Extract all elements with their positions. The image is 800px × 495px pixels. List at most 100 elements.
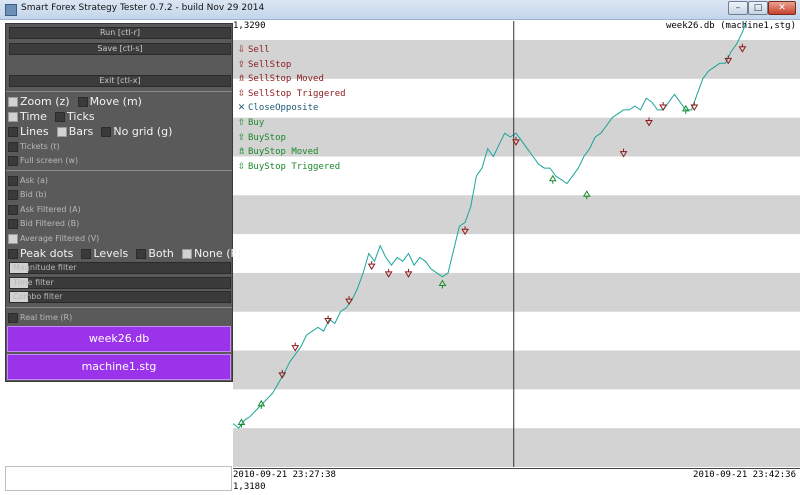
strategy-file-button[interactable]: machine1.stg bbox=[7, 354, 231, 380]
legend-sell-icon: ⇩ bbox=[237, 45, 246, 55]
divider bbox=[6, 91, 232, 92]
grid-band bbox=[233, 428, 800, 467]
legend-item: ⇳ SellStop Triggered bbox=[237, 87, 346, 102]
combo-filter-label: Combo filter bbox=[13, 292, 63, 301]
bid-row[interactable]: Bid (b) bbox=[8, 188, 47, 202]
levels-label: Levels bbox=[93, 247, 129, 260]
legend-buy-icon: ⇧ bbox=[237, 117, 246, 128]
no-grid-label: No grid (g) bbox=[113, 125, 173, 138]
combo-filter-slider[interactable]: Combo filter bbox=[9, 291, 231, 303]
maximize-button[interactable]: □ bbox=[748, 1, 768, 15]
bid-filtered-label: Bid Filtered (B) bbox=[20, 219, 80, 228]
legend-item: ⇪ BuyStop bbox=[237, 131, 346, 146]
time-filter-slider[interactable]: Time filter bbox=[9, 277, 231, 289]
y-max-label: 1,3290 bbox=[233, 21, 266, 31]
tickets-label: Tickets (t) bbox=[20, 142, 60, 151]
legend-buy-icon: ⇳ bbox=[237, 161, 246, 172]
fullscreen-row[interactable]: Full screen (w) bbox=[8, 154, 78, 168]
fullscreen-checkbox[interactable] bbox=[8, 156, 18, 166]
zoom-label: Zoom (z) bbox=[20, 95, 70, 108]
control-panel: Run [ctl-r] Save [ctl-s] Exit [ctl-x] Zo… bbox=[5, 23, 241, 382]
bid-checkbox[interactable] bbox=[8, 190, 18, 200]
bid-label: Bid (b) bbox=[20, 190, 47, 199]
sell-marker-arrow bbox=[291, 342, 300, 352]
ask-checkbox[interactable] bbox=[8, 176, 18, 186]
buy-marker-arrow bbox=[548, 174, 557, 184]
x-end-label: 2010-09-21 23:42:36 bbox=[693, 470, 796, 480]
lines-checkbox[interactable] bbox=[8, 127, 18, 137]
both-checkbox[interactable] bbox=[136, 249, 147, 259]
zoom-checkbox[interactable] bbox=[8, 97, 18, 107]
bid-filtered-row[interactable]: Bid Filtered (B) bbox=[8, 217, 79, 231]
close-button[interactable]: ✕ bbox=[768, 1, 796, 15]
magnitude-filter-slider[interactable]: Magnitude filter bbox=[9, 262, 231, 274]
legend-label: SellStop Triggered bbox=[248, 88, 346, 99]
legend-close-icon: ✕ bbox=[237, 103, 246, 114]
bid-filtered-checkbox[interactable] bbox=[8, 219, 18, 229]
realtime-row[interactable]: Real time (R) bbox=[8, 311, 72, 325]
ask-label: Ask (a) bbox=[20, 176, 48, 185]
realtime-label: Real time (R) bbox=[20, 313, 73, 322]
levels-checkbox[interactable] bbox=[81, 249, 92, 259]
average-filtered-row[interactable]: Average Filtered (V) bbox=[8, 232, 99, 246]
legend-item: ⇯ SellStop Moved bbox=[237, 72, 346, 87]
legend-sell-icon: ⇪ bbox=[237, 59, 246, 70]
lines-label: Lines bbox=[20, 125, 49, 138]
ask-filtered-row[interactable]: Ask Filtered (A) bbox=[8, 203, 81, 217]
legend-label: BuyStop Triggered bbox=[248, 161, 341, 172]
exit-button[interactable]: Exit [ctl-x] bbox=[9, 75, 231, 87]
bars-option[interactable]: Bars bbox=[56, 125, 93, 144]
legend-buy-icon: ⇪ bbox=[237, 132, 246, 143]
no-grid-checkbox[interactable] bbox=[101, 127, 112, 137]
move-checkbox[interactable] bbox=[77, 97, 88, 107]
grid-band bbox=[233, 350, 800, 390]
no-grid-option[interactable]: No grid (g) bbox=[101, 125, 172, 144]
sell-marker-arrow bbox=[659, 101, 668, 111]
legend-label: Buy bbox=[248, 117, 265, 128]
legend-item: ⇪ SellStop bbox=[237, 58, 346, 73]
realtime-checkbox[interactable] bbox=[8, 313, 18, 323]
grid-band bbox=[233, 272, 800, 312]
peak-dots-checkbox[interactable] bbox=[8, 249, 18, 259]
sell-marker bbox=[367, 261, 376, 271]
time-checkbox[interactable] bbox=[8, 112, 18, 122]
ticks-checkbox[interactable] bbox=[55, 112, 66, 122]
status-field[interactable] bbox=[5, 466, 232, 491]
lines-bars-row: Lines Bars No grid (g) bbox=[8, 125, 175, 139]
tickets-row[interactable]: Tickets (t) bbox=[8, 140, 60, 154]
zoom-move-row: Zoom (z) Move (m) bbox=[8, 95, 145, 109]
legend-label: BuyStop Moved bbox=[248, 147, 319, 158]
minimize-button[interactable]: – bbox=[728, 1, 748, 15]
peak-dots-label: Peak dots bbox=[20, 247, 74, 260]
divider bbox=[6, 170, 232, 171]
run-button[interactable]: Run [ctl-r] bbox=[9, 27, 231, 39]
sell-marker bbox=[291, 342, 300, 352]
ask-row[interactable]: Ask (a) bbox=[8, 174, 48, 188]
time-filter-label: Time filter bbox=[13, 278, 54, 287]
window-titlebar: Smart Forex Strategy Tester 0.7.2 - buil… bbox=[0, 0, 800, 20]
average-filtered-checkbox[interactable] bbox=[8, 234, 18, 244]
legend-label: CloseOpposite bbox=[248, 103, 319, 114]
legend-label: SellStop bbox=[248, 59, 292, 70]
sell-marker-arrow bbox=[367, 261, 376, 271]
app-icon bbox=[5, 4, 17, 16]
y-min-label: 1,3180 bbox=[233, 482, 266, 492]
save-button[interactable]: Save [ctl-s] bbox=[9, 43, 231, 55]
chart-title: week26.db (machine1,stg) bbox=[665, 21, 796, 31]
average-filtered-label: Average Filtered (V) bbox=[20, 234, 100, 243]
ask-filtered-checkbox[interactable] bbox=[8, 205, 18, 215]
chart-area[interactable]: 1,3290 week26.db (machine1,stg) ⇩ Sell ⇪ Se… bbox=[233, 21, 800, 495]
ticks-label: Ticks bbox=[67, 110, 95, 123]
divider bbox=[6, 307, 232, 308]
fullscreen-label: Full screen (w) bbox=[20, 156, 79, 165]
both-label: Both bbox=[148, 247, 174, 260]
tickets-checkbox[interactable] bbox=[8, 142, 18, 152]
peak-row: Peak dots Levels Both None (P) bbox=[8, 247, 244, 261]
legend-item: ⇯ BuyStop Moved bbox=[237, 145, 346, 160]
legend-sell-icon: ⇳ bbox=[237, 88, 246, 99]
database-file-button[interactable]: week26.db bbox=[7, 326, 231, 352]
none-checkbox[interactable] bbox=[182, 249, 192, 259]
x-start-label: 2010-09-21 23:27:38 bbox=[233, 470, 336, 480]
move-label: Move (m) bbox=[89, 95, 142, 108]
bars-checkbox[interactable] bbox=[56, 127, 67, 137]
